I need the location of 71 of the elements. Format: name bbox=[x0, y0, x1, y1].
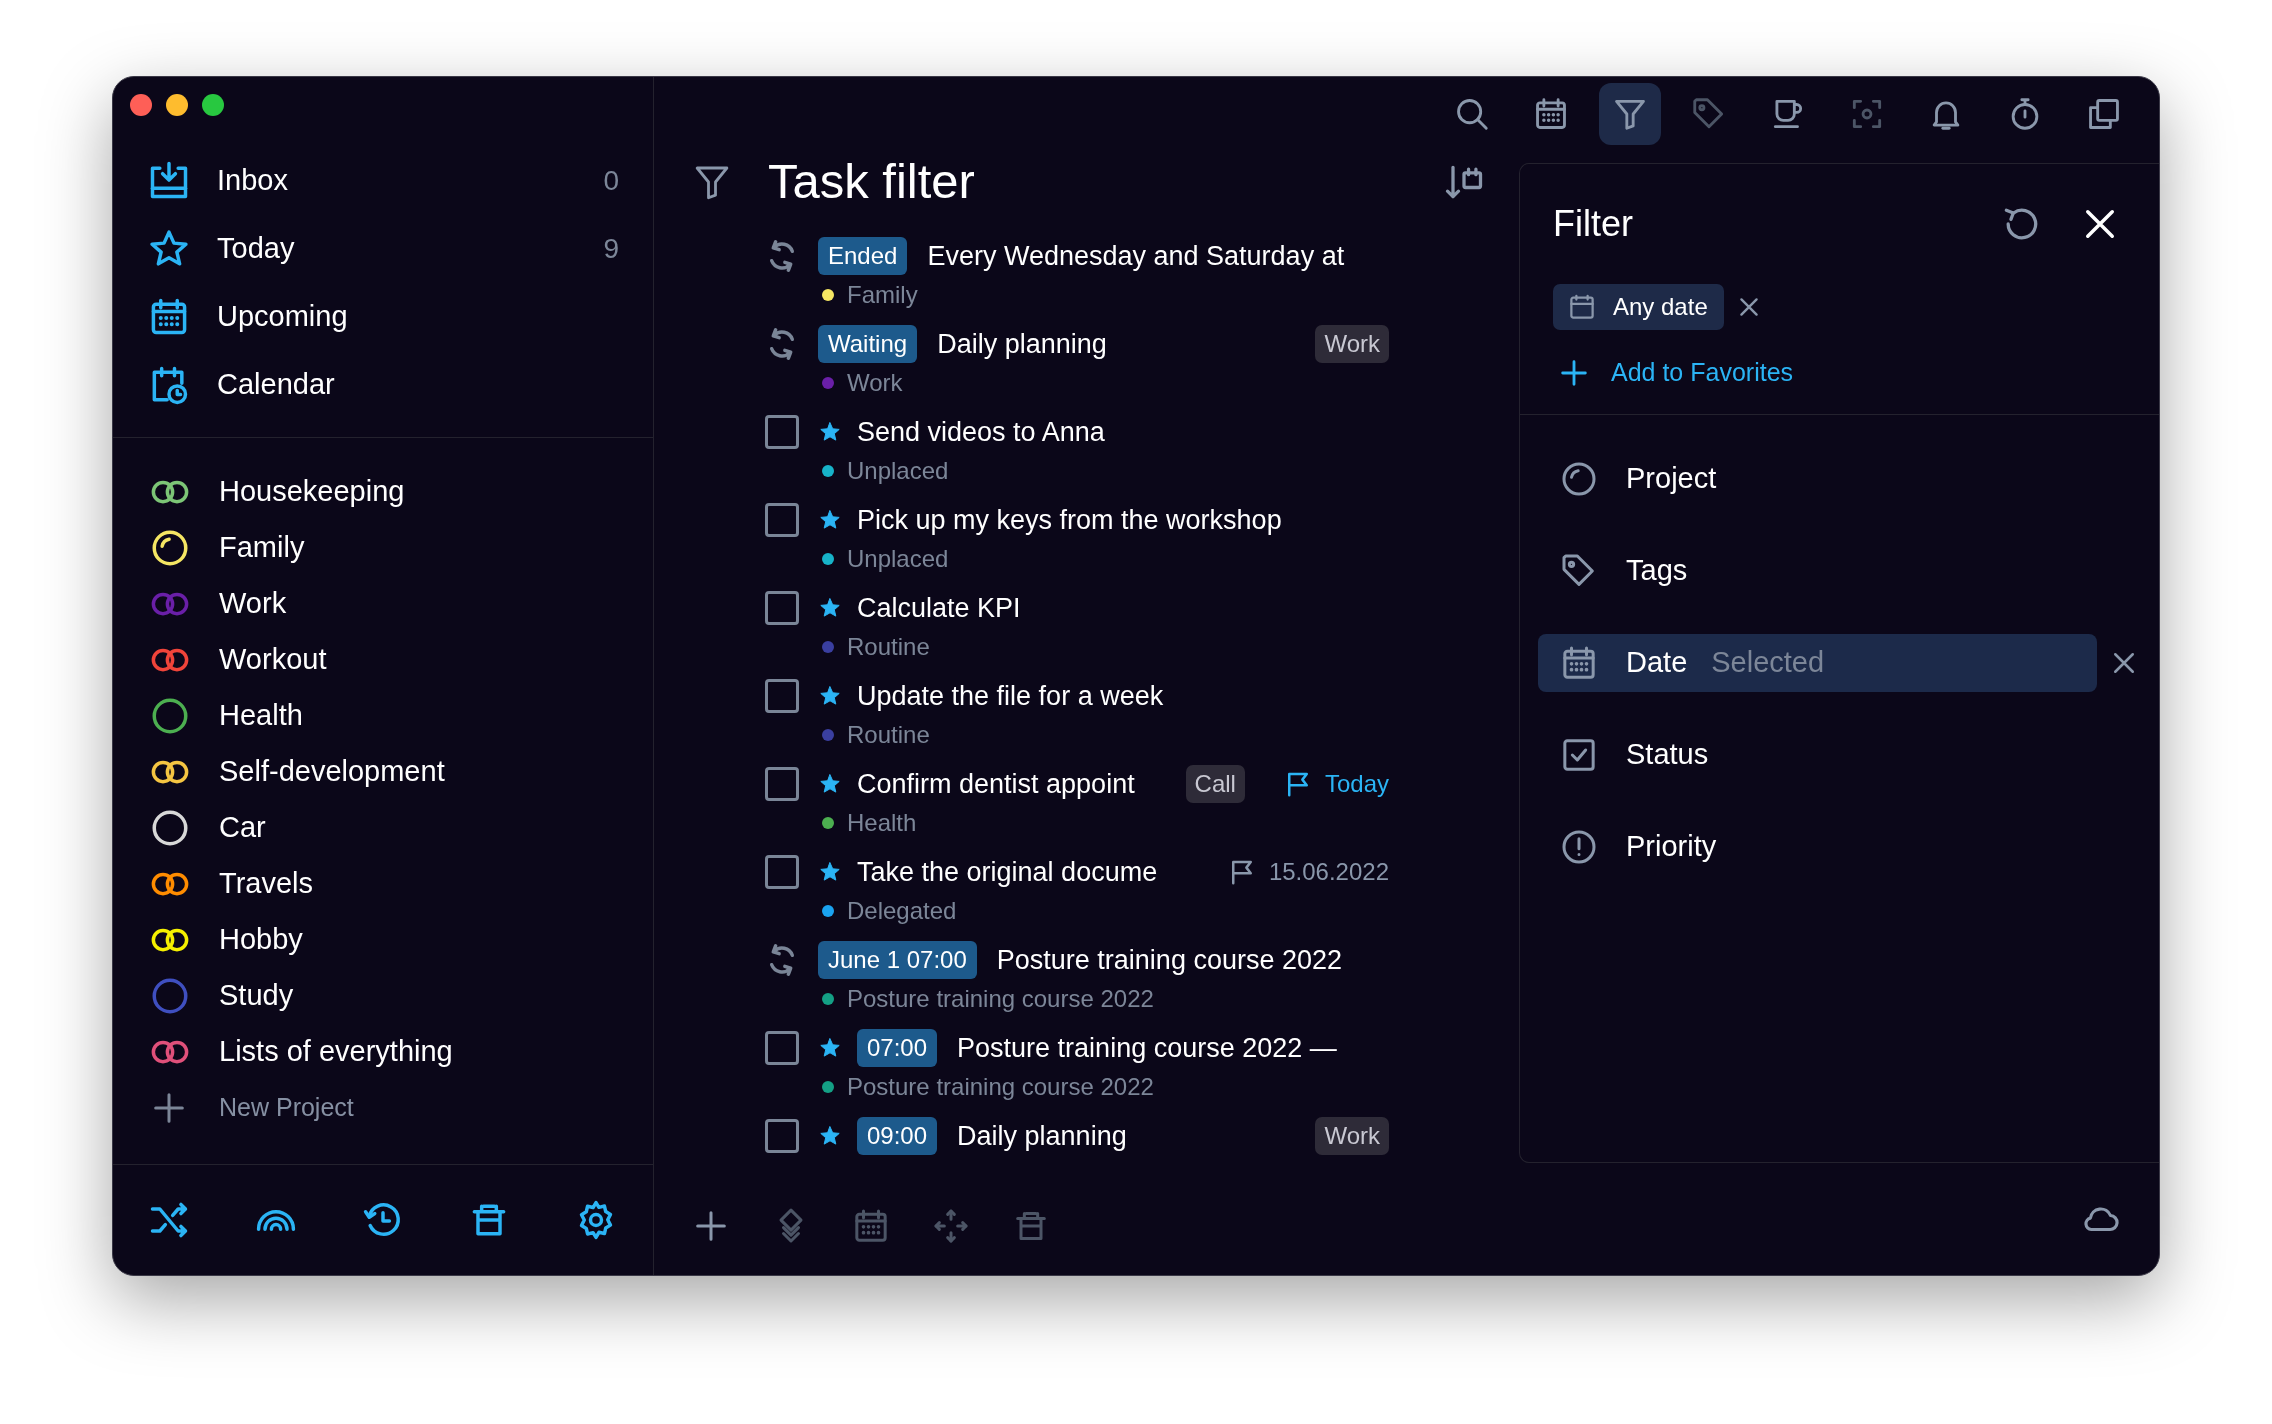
sidebar-item[interactable]: Inbox 0 bbox=[113, 147, 653, 215]
tag-label: Call bbox=[1185, 765, 1245, 803]
task-title[interactable]: Confirm dentist appoint bbox=[857, 763, 1135, 805]
checkbox[interactable] bbox=[765, 679, 799, 713]
filter-chip[interactable]: Any date bbox=[1553, 284, 1724, 330]
project-item[interactable]: Health bbox=[113, 688, 653, 744]
page-title: Task filter bbox=[768, 153, 976, 211]
project-item[interactable]: Hobby bbox=[113, 912, 653, 968]
task-title[interactable]: Daily planning bbox=[937, 323, 1107, 365]
status-badge: 09:00 bbox=[857, 1117, 938, 1155]
sidebar-item[interactable]: Today 9 bbox=[113, 215, 653, 283]
project-label: Work bbox=[847, 368, 903, 398]
due-date: Today bbox=[1324, 769, 1389, 799]
project-item[interactable]: Family bbox=[113, 520, 653, 576]
item-count: 0 bbox=[603, 164, 619, 198]
project-item[interactable]: Self-development bbox=[113, 744, 653, 800]
close-window-button[interactable] bbox=[130, 94, 152, 116]
task-title[interactable]: Posture training course 2022 — bbox=[957, 1027, 1337, 1069]
status-badge: Waiting bbox=[818, 325, 918, 363]
checkbox[interactable] bbox=[765, 767, 799, 801]
project-label: Family bbox=[847, 280, 918, 310]
item-count: 9 bbox=[603, 232, 619, 266]
project-item[interactable]: Housekeeping bbox=[113, 464, 653, 520]
task-title[interactable]: Every Wednesday and Saturday at bbox=[927, 235, 1345, 277]
task-title[interactable]: Take the original docume bbox=[857, 851, 1158, 893]
minimize-window-button[interactable] bbox=[166, 94, 188, 116]
status-badge: 07:00 bbox=[857, 1029, 938, 1067]
project-label: Unplaced bbox=[847, 456, 949, 486]
zoom-window-button[interactable] bbox=[202, 94, 224, 116]
tag-label: Work bbox=[1315, 1117, 1389, 1155]
due-date: 15.06.2022 bbox=[1268, 857, 1389, 887]
status-badge: June 1 07:00 bbox=[818, 941, 977, 979]
sidebar-item[interactable]: Upcoming bbox=[113, 283, 653, 351]
filter-option[interactable]: Status bbox=[1538, 726, 2097, 784]
project-label: Unplaced bbox=[847, 544, 949, 574]
project-item[interactable]: Study bbox=[113, 968, 653, 1024]
project-item[interactable]: Travels bbox=[113, 856, 653, 912]
project-label: Routine bbox=[847, 632, 930, 662]
checkbox[interactable] bbox=[765, 415, 799, 449]
filter-option[interactable]: Date Selected bbox=[1538, 634, 2097, 692]
project-label: Posture training course 2022 bbox=[847, 1072, 1154, 1102]
project-label: Routine bbox=[847, 720, 930, 750]
task-title[interactable]: Posture training course 2022 bbox=[996, 939, 1342, 981]
add-to-favorites-button[interactable]: Add to Favorites bbox=[1557, 347, 1794, 399]
filter-option[interactable]: Tags bbox=[1538, 542, 2097, 600]
project-label: Delegated bbox=[847, 896, 957, 926]
filter-option[interactable]: Project bbox=[1538, 450, 2097, 508]
filter-button[interactable] bbox=[1599, 83, 1661, 145]
task-title[interactable]: Update the file for a week bbox=[857, 675, 1164, 717]
checkbox[interactable] bbox=[765, 855, 799, 889]
filter-option[interactable]: Priority bbox=[1538, 818, 2097, 876]
task-title[interactable]: Send videos to Anna bbox=[857, 411, 1105, 453]
sidebar-item[interactable]: Calendar bbox=[113, 351, 653, 419]
task-title[interactable]: Daily planning bbox=[957, 1115, 1127, 1157]
project-item[interactable]: Car bbox=[113, 800, 653, 856]
project-item[interactable]: Work bbox=[113, 576, 653, 632]
status-badge: Ended bbox=[818, 237, 908, 275]
project-label: Posture training course 2022 bbox=[847, 984, 1154, 1014]
new-project-button[interactable]: New Project bbox=[113, 1080, 653, 1136]
checkbox[interactable] bbox=[765, 591, 799, 625]
checkbox[interactable] bbox=[765, 503, 799, 537]
project-item[interactable]: Workout bbox=[113, 632, 653, 688]
panel-title: Filter bbox=[1553, 202, 1634, 246]
tag-label: Work bbox=[1315, 325, 1389, 363]
checkbox[interactable] bbox=[765, 1031, 799, 1065]
task-title[interactable]: Pick up my keys from the workshop bbox=[857, 499, 1282, 541]
project-item[interactable]: Lists of everything bbox=[113, 1024, 653, 1080]
calendar-icon bbox=[1567, 292, 1597, 322]
project-label: Health bbox=[847, 808, 917, 838]
checkbox[interactable] bbox=[765, 1119, 799, 1153]
task-title[interactable]: Calculate KPI bbox=[857, 587, 1021, 629]
